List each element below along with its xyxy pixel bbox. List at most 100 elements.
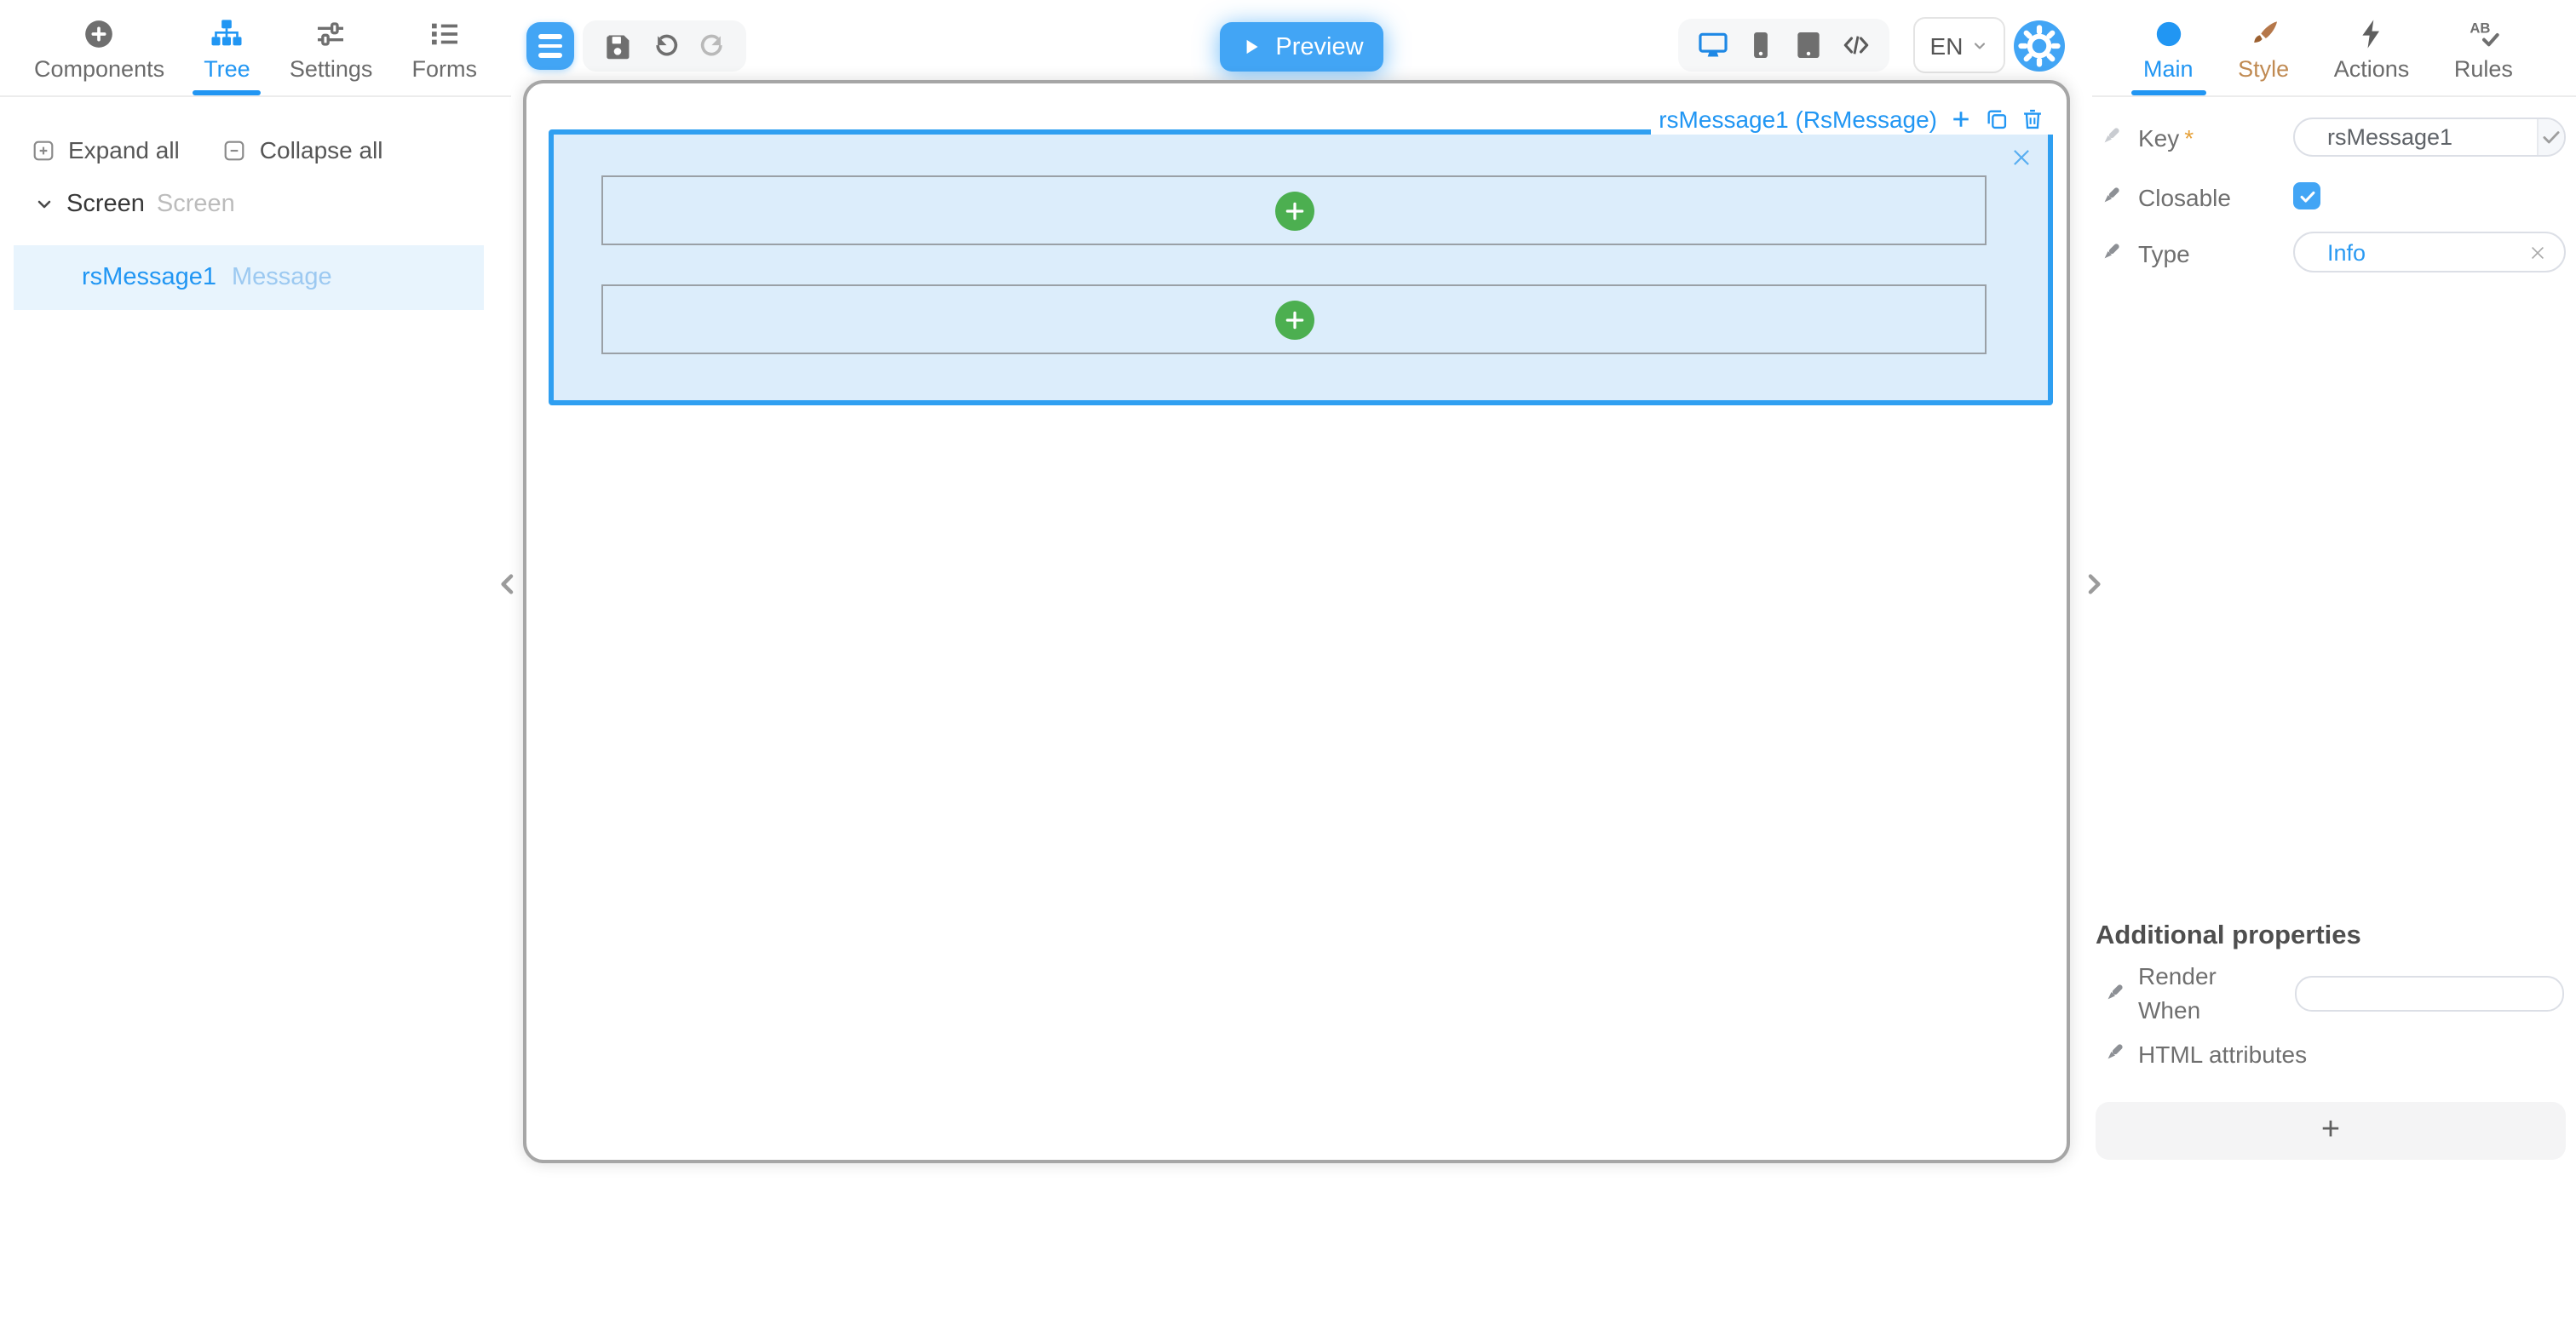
gear-icon [2014, 20, 2065, 72]
app-window: Components Tree Settings Forms Expand al… [0, 0, 2576, 1325]
bind-type-icon[interactable] [2099, 240, 2123, 264]
tab-style-label: Style [2238, 56, 2290, 82]
inspector-panel: Main Style Actions AB Rules Key * rsMess… [2092, 0, 2576, 1325]
copy-icon [1987, 109, 2007, 129]
bind-render-when-icon[interactable] [2102, 981, 2126, 1005]
key-field [2293, 118, 2566, 157]
phone-view-button[interactable] [1744, 29, 1776, 61]
tablet-view-button[interactable] [1791, 29, 1824, 61]
required-mark: * [2184, 124, 2194, 152]
redo-button[interactable] [696, 30, 728, 62]
tab-settings[interactable]: Settings [289, 0, 373, 95]
phone-icon [1753, 32, 1767, 59]
design-canvas[interactable]: rsMessage1 (RsMessage) [523, 80, 2070, 1163]
add-property-button[interactable]: + [2096, 1102, 2566, 1160]
code-icon [1843, 36, 1868, 54]
additional-properties-heading: Additional properties [2096, 921, 2361, 950]
trash-icon [2024, 108, 2041, 129]
plus-icon [1953, 111, 1969, 126]
expand-all-icon [33, 140, 54, 160]
menu-button[interactable] [526, 22, 574, 70]
tab-actions[interactable]: Actions [2333, 0, 2410, 95]
type-value: Info [2327, 239, 2366, 265]
selection-label: rsMessage1 (RsMessage) [1659, 105, 1937, 132]
key-label: Key * [2138, 124, 2194, 152]
code-view-button[interactable] [1839, 29, 1872, 61]
type-select[interactable]: Info [2293, 232, 2566, 272]
add-content-button[interactable] [1274, 191, 1314, 230]
message-close-icon[interactable] [2010, 146, 2033, 169]
tab-components-label: Components [34, 56, 165, 82]
tree-toolbar: Expand all Collapse all [32, 136, 383, 163]
plus-icon [1285, 310, 1303, 329]
device-switcher [1678, 19, 1889, 72]
preview-button[interactable]: Preview [1220, 22, 1383, 72]
monitor-icon [1698, 32, 1727, 57]
collapse-all-label: Collapse all [259, 136, 383, 163]
duplicate-component-button[interactable] [1985, 106, 2009, 130]
collapse-left-panel-button[interactable] [494, 565, 521, 603]
lightning-icon [2355, 17, 2389, 51]
render-when-label: Render When [2138, 962, 2217, 1024]
expand-all-label: Expand all [68, 136, 180, 163]
chevron-down-icon [1975, 42, 1986, 49]
sliders-icon [314, 17, 348, 51]
message-body-slot[interactable] [601, 284, 1987, 354]
clear-icon [2531, 245, 2544, 259]
tab-tree-label: Tree [204, 56, 250, 82]
expand-all-button[interactable]: Expand all [32, 136, 180, 163]
brush-icon [2246, 17, 2280, 51]
tab-forms-label: Forms [411, 56, 477, 82]
save-icon [606, 34, 629, 59]
closable-checkbox[interactable] [2293, 182, 2320, 209]
tab-main-label: Main [2143, 56, 2194, 82]
undo-button[interactable] [648, 30, 681, 62]
svg-text:AB: AB [2470, 20, 2490, 36]
hamburger-icon [538, 34, 562, 39]
tab-actions-label: Actions [2333, 56, 2410, 82]
redo-icon [699, 33, 722, 55]
plus-circle-icon [83, 17, 117, 51]
tab-style[interactable]: Style [2238, 0, 2289, 95]
caret-down-icon [37, 200, 51, 209]
check-icon [2543, 131, 2560, 144]
add-component-button[interactable] [1949, 106, 1973, 130]
chevron-left-icon [501, 574, 514, 594]
undo-icon [655, 33, 677, 55]
tree-root-type: Screen [156, 191, 235, 218]
save-button[interactable] [601, 30, 633, 62]
bind-key-icon[interactable] [2099, 124, 2123, 148]
history-toolbar [583, 20, 746, 72]
key-input[interactable] [2295, 124, 2537, 150]
bind-html-attributes-icon[interactable] [2102, 1041, 2126, 1064]
preview-label: Preview [1275, 33, 1364, 60]
desktop-view-button[interactable] [1696, 29, 1728, 61]
plus-icon: + [2320, 1112, 2341, 1148]
closable-label: Closable [2138, 184, 2231, 211]
key-confirm-button[interactable] [2537, 119, 2564, 155]
tab-components[interactable]: Components [34, 0, 164, 95]
message-title-slot[interactable] [601, 175, 1987, 245]
html-attributes-label: HTML attributes [2138, 1041, 2308, 1068]
language-selector[interactable]: EN [1913, 17, 2005, 73]
tree-node-rsmessage1[interactable]: rsMessage1 Message [14, 245, 484, 310]
tab-rules[interactable]: AB Rules [2454, 0, 2513, 95]
tab-forms[interactable]: Forms [411, 0, 477, 95]
left-tab-bar: Components Tree Settings Forms [0, 0, 511, 97]
rsmessage-component[interactable] [549, 129, 2053, 405]
collapse-all-button[interactable]: Collapse all [224, 136, 383, 163]
bind-closable-icon[interactable] [2099, 184, 2123, 208]
render-when-input[interactable] [2295, 976, 2564, 1012]
main-dot-icon [2151, 17, 2185, 51]
tab-settings-label: Settings [289, 56, 373, 82]
tab-main[interactable]: Main [2143, 0, 2194, 95]
play-icon [1245, 39, 1257, 54]
settings-gear-button[interactable] [2014, 20, 2065, 72]
tab-rules-label: Rules [2453, 56, 2513, 82]
tab-tree[interactable]: Tree [204, 0, 250, 95]
tree-root-row[interactable]: Screen Screen [34, 191, 235, 218]
delete-component-button[interactable] [2021, 106, 2044, 130]
tablet-icon [1797, 32, 1819, 59]
add-content-button[interactable] [1274, 300, 1314, 339]
check-icon [2299, 190, 2314, 202]
